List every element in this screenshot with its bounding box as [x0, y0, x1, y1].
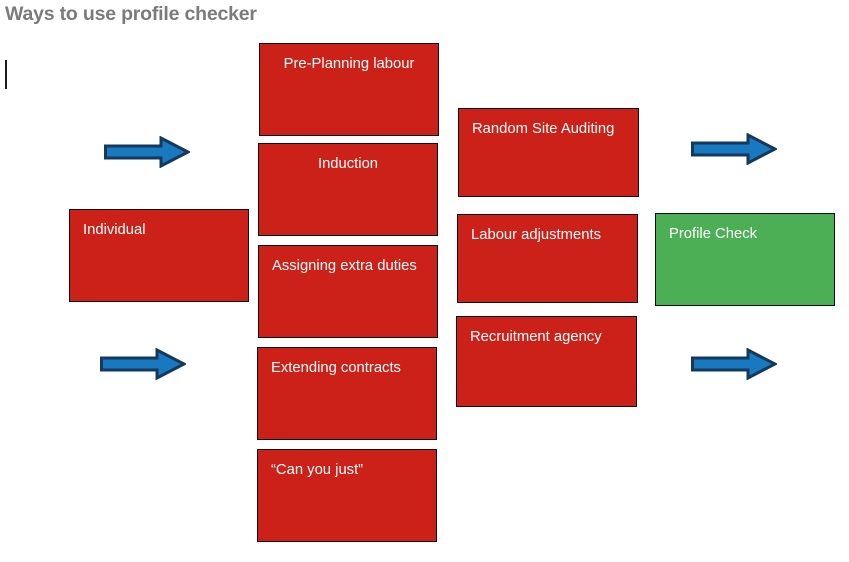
node-individual[interactable]: Individual [69, 209, 249, 302]
diagram-canvas: Ways to use profile checker Individual P… [0, 0, 849, 562]
node-labour-adjustments[interactable]: Labour adjustments [457, 214, 638, 303]
text-cursor-caret [5, 60, 7, 89]
page-title: Ways to use profile checker [5, 3, 257, 25]
arrow-left-top [104, 136, 190, 168]
node-recruitment-agency[interactable]: Recruitment agency [456, 316, 637, 407]
arrow-right-bottom [691, 348, 777, 380]
node-pre-planning-labour[interactable]: Pre-Planning labour [259, 43, 439, 136]
node-random-site-auditing[interactable]: Random Site Auditing [458, 108, 639, 197]
node-extending-contracts-label: Extending contracts [271, 360, 401, 376]
node-random-site-auditing-label: Random Site Auditing [472, 121, 615, 137]
node-induction-label: Induction [317, 156, 379, 172]
node-profile-check[interactable]: Profile Check [655, 213, 835, 306]
node-profile-check-label: Profile Check [669, 226, 757, 242]
node-individual-label: Individual [83, 222, 146, 238]
node-assigning-extra-duties-label: Assigning extra duties [272, 258, 417, 274]
node-recruitment-agency-label: Recruitment agency [470, 329, 602, 345]
node-assigning-extra-duties[interactable]: Assigning extra duties [258, 245, 438, 338]
node-labour-adjustments-label: Labour adjustments [471, 227, 601, 243]
node-extending-contracts[interactable]: Extending contracts [257, 347, 437, 440]
node-can-you-just-label: “Can you just” [271, 462, 364, 478]
node-can-you-just[interactable]: “Can you just” [257, 449, 437, 542]
node-pre-planning-labour-label: Pre-Planning labour [283, 56, 415, 72]
arrow-left-bottom [100, 348, 186, 380]
arrow-right-top [691, 133, 777, 165]
node-induction[interactable]: Induction [258, 143, 438, 236]
